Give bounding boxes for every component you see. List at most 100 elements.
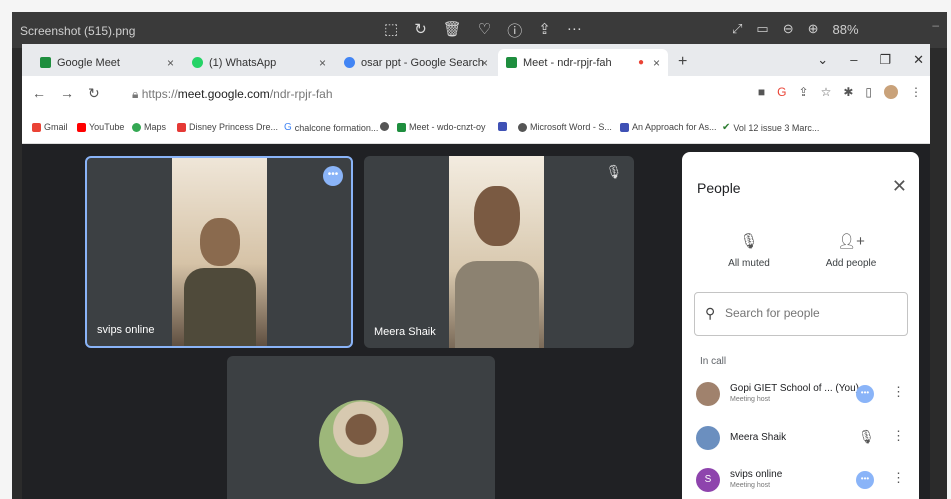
new-tab-button[interactable]: + [678,53,687,71]
minimize-button[interactable]: – [850,52,857,68]
leaf-icon: ✔ [722,122,731,133]
screen: Screenshot (515).png ⬚ ↻ 🗑 ♡ ⓘ ⇪ ··· ⤢ ▭… [0,0,951,499]
browser-window: Google Meet × (1) WhatsApp × osar ppt - … [22,44,930,144]
viewer-tools: ⬚ ↻ 🗑 ♡ ⓘ ⇪ ··· [384,20,582,41]
participant-video [449,156,544,348]
more-options-icon[interactable]: ••• [323,166,343,186]
participant-row[interactable]: S svips online Meeting host ••• ⋮ [696,464,910,499]
bookmark-chalcone[interactable]: Gchalcone formation... [284,122,378,133]
add-people-button[interactable]: 👤︎+ Add people [806,232,896,269]
globe-icon [380,122,389,131]
bookmark-gmail[interactable]: Gmail [32,122,68,132]
tab-label: osar ppt - Google Search [361,56,484,69]
video-tile-avatar[interactable] [227,356,495,499]
more-options-icon[interactable]: ⋮ [892,470,905,486]
whatsapp-icon [192,57,203,68]
tab-google-meet[interactable]: Google Meet × [32,49,182,76]
fit-icon[interactable]: ▭ [756,21,768,37]
bookmark-globe[interactable] [380,122,389,131]
video-tile-meera[interactable]: 🎙︎ Meera Shaik [364,156,634,348]
bookmark-vol12[interactable]: ✔ Vol 12 issue 3 Marc... [722,122,819,133]
tab-label: (1) WhatsApp [209,56,277,69]
bookmark-approach[interactable]: An Approach for As... [620,122,717,132]
speaking-indicator: ••• [856,471,874,489]
camera-icon[interactable]: ■ [758,85,765,99]
close-icon[interactable]: ✕ [892,176,907,197]
bookmark-word[interactable]: Microsoft Word - S... [518,122,612,132]
close-button[interactable]: ✕ [913,52,924,68]
close-tab-icon[interactable]: × [319,56,326,70]
bookmark-stack[interactable] [498,122,507,131]
more-options-icon[interactable]: ⋮ [892,428,905,444]
participant-video [172,158,267,346]
tab-label: Meet - ndr-rpjr-fah [523,56,612,69]
bookmark-disney[interactable]: Disney Princess Dre... [177,122,278,132]
tab-search-icon[interactable]: ⌄ [817,52,828,68]
close-tab-icon[interactable]: × [167,56,174,70]
bookmark-icon [620,122,629,132]
section-label: In call [700,356,727,367]
bookmark-maps[interactable]: Maps [132,122,166,132]
rotate-icon[interactable]: ↻ [414,20,427,41]
meet-icon [397,122,406,132]
search-box: ⚲ [694,292,908,336]
tile-name: Meera Shaik [374,326,436,338]
viewer-minimize[interactable]: – [932,18,939,32]
bookmark-icon [177,122,186,132]
nav-buttons: ← → ↻ [32,85,100,102]
mic-off-icon: 🎙︎ [858,429,875,444]
star-icon[interactable]: ☆ [821,85,832,99]
share-icon[interactable]: ⇪ [799,85,809,99]
all-muted-button[interactable]: 🎙︎ All muted [704,232,794,269]
shirt-shape [455,261,539,348]
tab-meet-active[interactable]: Meet - ndr-rpjr-fah ● × [498,49,668,76]
menu-icon[interactable]: ⋮ [910,85,922,99]
search-input[interactable] [725,306,895,320]
close-tab-icon[interactable]: × [481,56,488,70]
reload-icon[interactable]: ↻ [88,85,100,102]
tab-google-search[interactable]: osar ppt - Google Search × [336,49,496,76]
viewer-title: Screenshot (515).png [20,24,136,38]
expand-icon[interactable]: ⤢ [732,21,742,37]
bookmark-meet[interactable]: Meet - wdo-cnzt-oy [397,122,486,132]
meet-icon [40,57,51,68]
add-person-icon: 👤︎+ [837,233,865,250]
edit-icon[interactable]: ⬚ [384,20,398,41]
avatar: S [696,468,720,492]
more-icon[interactable]: ··· [567,20,582,41]
face-shape [200,218,240,266]
participant-name: Meera Shaik [730,432,787,443]
profile-avatar[interactable] [884,85,898,99]
bookmark-youtube[interactable]: YouTube [77,122,124,132]
bookmarks-bar: Gmail YouTube Maps Disney Princess Dre..… [22,110,930,144]
omnibox-icons: ■ G ⇪ ☆ ✱ ▯ ⋮ [758,85,922,99]
mic-off-icon: 🎙︎ [605,164,622,179]
close-tab-icon[interactable]: × [653,56,660,70]
more-options-icon[interactable]: ⋮ [892,384,905,400]
tile-name: svips online [97,324,155,336]
participant-row[interactable]: Gopi GIET School of ... (You) Meeting ho… [696,378,910,414]
zoom-in-icon[interactable]: ⊕ [808,21,819,37]
delete-icon[interactable]: 🗑 [443,20,462,41]
gmail-icon [32,122,41,132]
video-tile-svips[interactable]: ••• svips online [85,156,353,348]
extensions-icon[interactable]: ✱ [843,85,853,99]
shirt-shape [184,268,256,346]
tab-strip: Google Meet × (1) WhatsApp × osar ppt - … [22,44,930,76]
info-icon[interactable]: ⓘ [507,20,522,41]
google-icon[interactable]: G [777,85,786,99]
participant-role: Meeting host [730,396,771,403]
address-bar-row: ← → ↻ 🔒︎ https://meet.google.com/ndr-rpj… [22,76,930,110]
youtube-icon [77,122,86,132]
avatar [696,426,720,450]
zoom-out-icon[interactable]: ⊖ [783,21,794,37]
url-field[interactable]: 🔒︎ https://meet.google.com/ndr-rpjr-fah [132,87,333,102]
restore-button[interactable]: ❐ [879,52,891,68]
favorite-icon[interactable]: ♡ [478,20,491,41]
back-icon[interactable]: ← [32,85,46,102]
sidepanel-icon[interactable]: ▯ [865,85,872,99]
participant-row[interactable]: Meera Shaik 🎙︎ ⋮ [696,422,910,458]
share-icon[interactable]: ⇪ [538,20,551,41]
tab-whatsapp[interactable]: (1) WhatsApp × [184,49,334,76]
forward-icon[interactable]: → [60,85,74,102]
